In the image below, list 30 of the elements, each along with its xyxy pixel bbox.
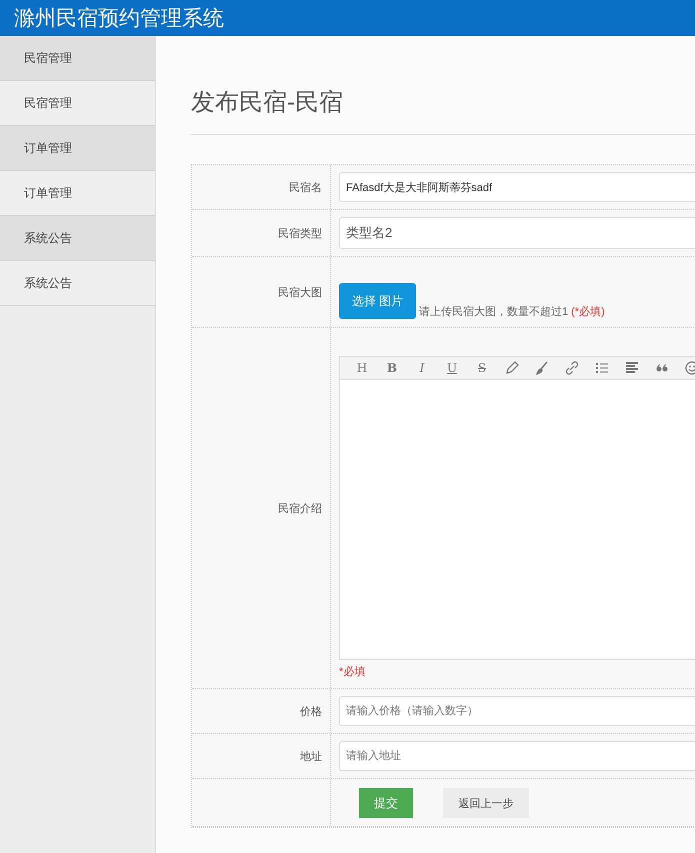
app-title: 滁州民宿预约管理系统	[14, 6, 224, 32]
text-field[interactable]: 请输入价格（请输入数字）	[339, 696, 695, 726]
pencil-icon[interactable]	[504, 360, 520, 376]
sidebar-group-header[interactable]: 订单管理	[0, 126, 155, 171]
field-label: 民宿大图	[278, 286, 322, 300]
required-note: *必填	[339, 664, 366, 679]
format-button[interactable]: S	[474, 361, 490, 375]
brush-icon[interactable]	[534, 360, 550, 376]
format-button[interactable]: U	[444, 361, 460, 375]
link-icon[interactable]	[564, 360, 580, 376]
type-select[interactable]: 类型名2	[339, 217, 695, 249]
field-label: 民宿名	[289, 180, 322, 194]
format-button[interactable]: H	[354, 361, 370, 375]
text-field[interactable]: FAfasdf大是大非阿斯蒂芬sadf	[339, 172, 695, 202]
required-note: (*必填)	[571, 304, 605, 319]
bullet-list-icon[interactable]	[594, 360, 610, 376]
page-title: 发布民宿-民宿	[191, 88, 344, 118]
rich-text-editor[interactable]: H B I U S	[339, 356, 695, 660]
field-label: 民宿类型	[278, 226, 322, 240]
sidebar-group-header[interactable]: 系统公告	[0, 216, 155, 261]
sidebar-group-header[interactable]: 民宿管理	[0, 36, 155, 81]
format-button[interactable]: B	[384, 361, 400, 375]
text-field[interactable]: 请输入地址	[339, 741, 695, 771]
format-button[interactable]: I	[414, 361, 430, 375]
field-label: 民宿介绍	[278, 502, 322, 516]
field-label: 地址	[300, 750, 322, 764]
field-label: 价格	[300, 704, 322, 718]
upload-hint: 请上传民宿大图，数量不超过1	[419, 304, 568, 319]
align-icon[interactable]	[624, 360, 640, 376]
back-button[interactable]: 返回上一步	[443, 788, 529, 818]
